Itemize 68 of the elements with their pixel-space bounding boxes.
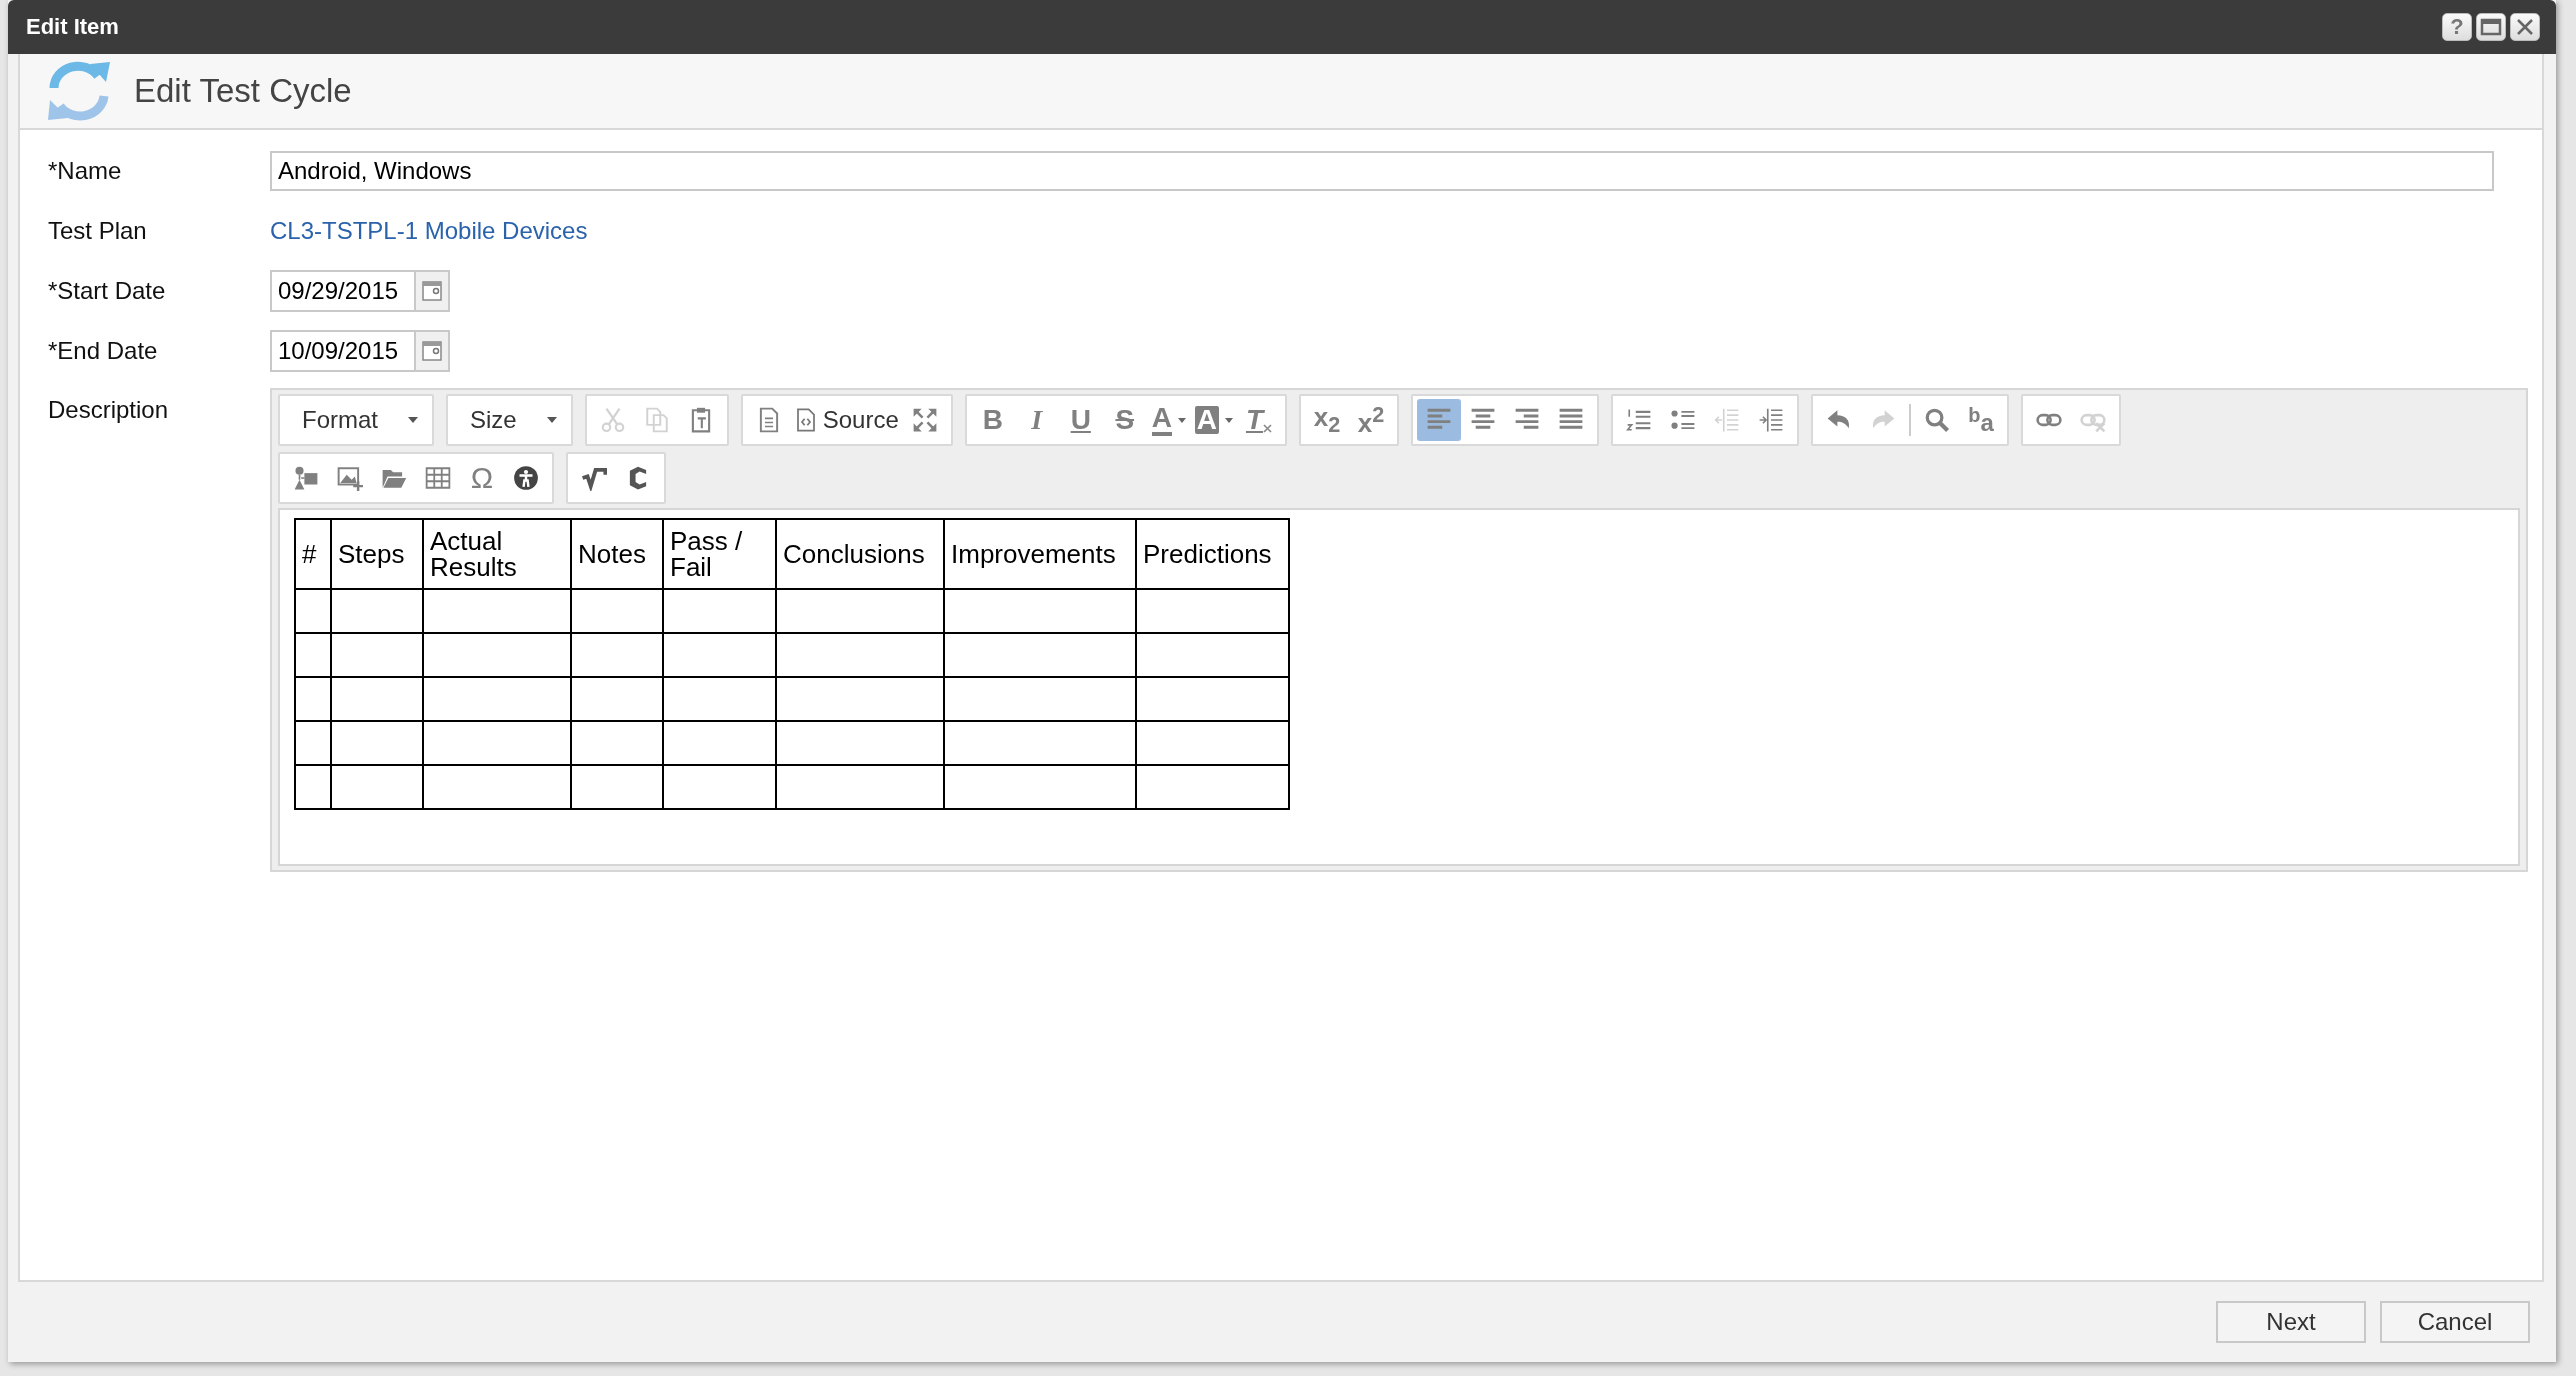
column-header: Actual Results <box>423 519 571 589</box>
column-header: Pass / Fail <box>663 519 776 589</box>
source-button[interactable]: Source <box>790 399 903 441</box>
column-header: # <box>295 519 331 589</box>
calendar-button[interactable] <box>416 270 450 312</box>
script-button[interactable]: x$_{2}$ <box>1305 399 1349 441</box>
table-cell <box>295 677 331 721</box>
caret-icon <box>1225 417 1233 423</box>
column-header: Predictions <box>1136 519 1289 589</box>
symbol-button[interactable]: Ω <box>460 457 504 499</box>
scissors-icon <box>599 407 626 433</box>
test-plan-link[interactable]: CL3-TSTPL-1 Mobile Devices <box>270 217 588 245</box>
field-label: *Start Date <box>48 277 167 305</box>
caret-icon <box>408 417 418 423</box>
indent-icon <box>1758 407 1784 433</box>
window-title: Edit Item <box>26 14 119 40</box>
field-label: Test Plan <box>48 217 148 245</box>
column-header: Conclusions <box>776 519 944 589</box>
column-header: Steps <box>331 519 423 589</box>
dialog-heading: Edit Test Cycle <box>134 72 352 110</box>
table-cell <box>295 633 331 677</box>
refresh-icon <box>46 60 112 122</box>
background-color-button[interactable]: A <box>1190 399 1237 441</box>
maximize-button[interactable] <box>2476 13 2506 41</box>
image-add-icon <box>337 465 363 491</box>
table-cell <box>295 589 331 633</box>
table-cell <box>295 765 331 809</box>
field-label: *End Date <box>48 337 159 365</box>
search-icon <box>1924 407 1950 433</box>
outdent-icon <box>1714 407 1740 433</box>
close-button[interactable] <box>2510 13 2540 41</box>
copy-icon <box>643 407 670 433</box>
calendar-icon <box>422 341 442 361</box>
maximize-icon <box>911 407 938 433</box>
script-button[interactable]: x$^{2}$ <box>1349 399 1393 441</box>
bold-button[interactable]: B <box>970 399 1015 441</box>
format-dropdown[interactable]: Format <box>284 399 428 441</box>
text-color-button[interactable]: A <box>1146 399 1191 441</box>
italic-button[interactable]: I <box>1014 399 1059 441</box>
replace-button[interactable]: $^{b}$a <box>1959 399 2003 441</box>
shapes-icon <box>293 465 319 491</box>
calendar-icon <box>422 281 442 301</box>
underline-button[interactable]: U <box>1058 399 1103 441</box>
table-icon <box>425 465 451 491</box>
format-dropdown[interactable]: Size <box>452 399 567 441</box>
strikethrough-button[interactable]: S <box>1102 399 1147 441</box>
close-icon <box>2515 17 2535 37</box>
clear-format-button[interactable]: T <box>1237 399 1281 441</box>
calendar-button[interactable] <box>416 330 450 372</box>
caret-icon <box>546 417 557 423</box>
caret-icon <box>1177 417 1186 423</box>
dialog-button[interactable]: Cancel <box>2380 1301 2530 1343</box>
date-input[interactable]: 10/09/2015 <box>270 330 416 372</box>
field-label: Description <box>48 395 170 424</box>
date-input[interactable]: 09/29/2015 <box>270 270 416 312</box>
cross-icon <box>1263 423 1273 433</box>
accessibility-icon <box>513 465 539 491</box>
dialog-button[interactable]: Next <box>2216 1301 2366 1343</box>
table-cell <box>295 721 331 765</box>
field-label: *Name <box>48 157 123 185</box>
help-button[interactable]: ? <box>2442 13 2472 41</box>
code-document-icon <box>794 408 817 432</box>
numbered-list-icon <box>1626 407 1652 433</box>
name-input[interactable]: Android, Windows <box>270 151 2494 191</box>
column-header: Improvements <box>944 519 1136 589</box>
column-header: Notes <box>571 519 663 589</box>
maximize-icon <box>2480 18 2502 36</box>
square-root-icon <box>581 465 607 491</box>
